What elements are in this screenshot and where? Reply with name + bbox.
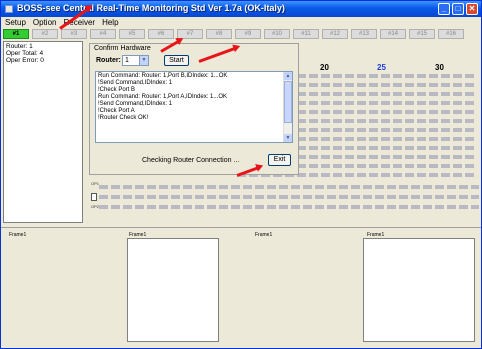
tab-router-16[interactable]: #16 [438, 29, 464, 39]
menu-help[interactable]: Help [102, 17, 118, 29]
op1-label: OP1 [91, 181, 100, 186]
frame-panel: Frame1 [251, 232, 361, 346]
tab-router-2[interactable]: #2 [32, 29, 58, 39]
tab-router-11[interactable]: #11 [293, 29, 319, 39]
log-line: Run Command: Router: 1,Port A,IDIndex: 1… [98, 94, 228, 100]
exit-button[interactable]: Exit [268, 154, 291, 166]
tab-router-13[interactable]: #13 [351, 29, 377, 39]
log-line: !Send Command,IDIndex: 1 [98, 80, 173, 86]
chevron-down-icon[interactable]: ▼ [139, 56, 148, 65]
router-select[interactable]: 1 ▼ [122, 55, 149, 66]
channel-number-30: 30 [435, 63, 444, 72]
dialog-title: Confirm Hardware [94, 45, 151, 52]
router-select-value: 1 [125, 57, 129, 64]
close-button[interactable]: ✕ [466, 3, 478, 15]
frame-view[interactable] [127, 238, 219, 342]
frame-view[interactable] [363, 238, 475, 342]
tab-router-8[interactable]: #8 [206, 29, 232, 39]
oper-total: Oper Total: 4 [6, 50, 44, 57]
log-line: !Check Port A [98, 108, 135, 114]
router-number: Router: 1 [6, 43, 33, 50]
log-line: !Check Port B [98, 87, 136, 93]
start-button[interactable]: Start [164, 55, 189, 66]
log-line: Run Command: Router: 1,Port B,IDIndex: 1… [98, 73, 228, 79]
router-tab-strip: #1 #2 #3 #4 #5 #6 #7 #8 #9 #10 #11 #12 #… [3, 29, 481, 40]
minimize-button[interactable]: _ [438, 3, 450, 15]
output-row [99, 185, 479, 189]
app-icon [5, 5, 13, 13]
window-title: BOSS-see Central Real-Time Monitoring St… [17, 3, 285, 13]
tab-router-12[interactable]: #12 [322, 29, 348, 39]
op-checkbox[interactable] [91, 193, 97, 201]
router-label: Router: [96, 57, 121, 64]
tab-router-5[interactable]: #5 [119, 29, 145, 39]
connection-status: Checking Router Connection ... [142, 157, 240, 164]
frame-panel: Frame1 [5, 232, 115, 346]
frame-label: Frame1 [255, 232, 273, 238]
tab-router-14[interactable]: #14 [380, 29, 406, 39]
channel-number-20: 20 [320, 63, 329, 72]
scroll-thumb[interactable] [284, 81, 292, 123]
tab-router-4[interactable]: #4 [90, 29, 116, 39]
frame-panel: Frame1 [361, 232, 479, 346]
output-rows [99, 185, 479, 215]
router-info-panel: Router: 1 Oper Total: 4 Oper Error: 0 [3, 41, 83, 223]
frames-area: Frame1 Frame1 Frame1 Frame1 [1, 227, 481, 348]
tab-router-9[interactable]: #9 [235, 29, 261, 39]
title-bar[interactable]: BOSS-see Central Real-Time Monitoring St… [1, 1, 481, 17]
scroll-down-icon[interactable]: ▼ [284, 134, 292, 142]
menu-setup[interactable]: Setup [5, 17, 26, 29]
command-log[interactable]: Run Command: Router: 1,Port B,IDIndex: 1… [95, 71, 293, 143]
frame-panel: Frame1 [123, 232, 243, 346]
confirm-hardware-dialog: Confirm Hardware Router: 1 ▼ Start Run C… [89, 43, 299, 175]
log-scrollbar[interactable]: ▲ ▼ [283, 72, 292, 142]
frame-label: Frame1 [9, 232, 27, 238]
op2-label: OP2 [91, 204, 100, 209]
oper-error: Oper Error: 0 [6, 57, 44, 64]
tab-router-3[interactable]: #3 [61, 29, 87, 39]
tab-router-10[interactable]: #10 [264, 29, 290, 39]
tab-router-1[interactable]: #1 [3, 29, 29, 39]
tab-router-15[interactable]: #15 [409, 29, 435, 39]
log-line: !Send Command,IDIndex: 1 [98, 101, 173, 107]
scroll-up-icon[interactable]: ▲ [284, 72, 292, 80]
log-line: !Router Check OK! [98, 115, 149, 121]
channel-number-25: 25 [377, 63, 386, 72]
menu-option[interactable]: Option [33, 17, 57, 29]
output-row [99, 195, 479, 199]
output-row [99, 205, 479, 209]
tab-router-6[interactable]: #6 [148, 29, 174, 39]
maximize-button[interactable]: □ [452, 3, 464, 15]
